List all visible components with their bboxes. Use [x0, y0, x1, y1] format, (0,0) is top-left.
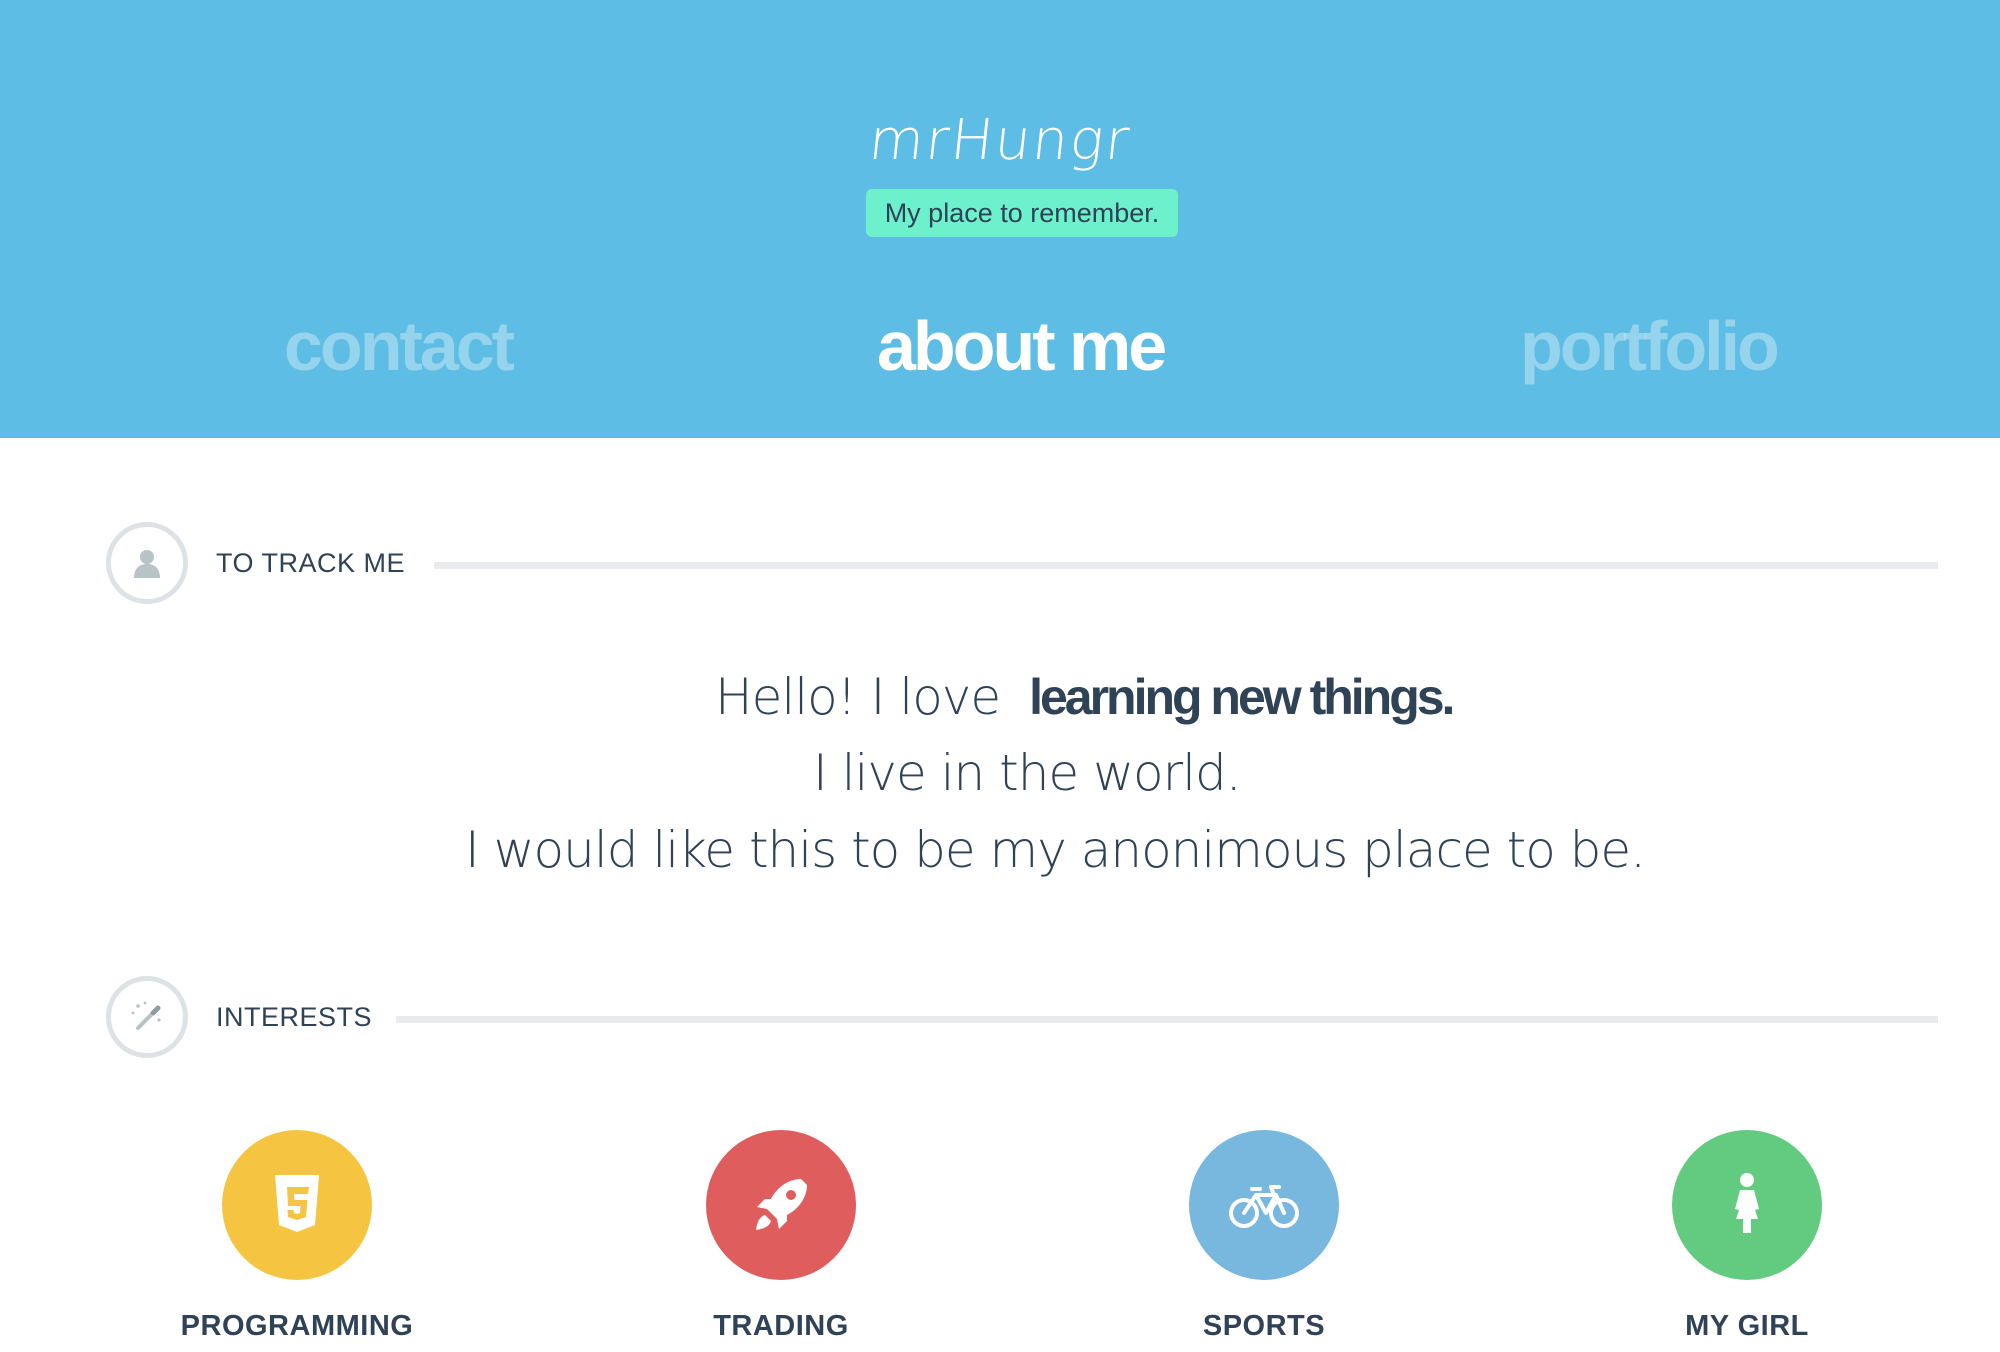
interest-circle	[1672, 1130, 1822, 1280]
section-divider	[396, 1016, 1938, 1023]
section-title: TO TRACK ME	[216, 548, 406, 578]
section-title: INTERESTS	[216, 1002, 373, 1032]
interest-my-girl[interactable]: MY GIRL	[1597, 1130, 1897, 1343]
site-header: mrHungr My place to remember. contact ab…	[0, 0, 2000, 438]
magic-wand-icon	[106, 976, 188, 1058]
interest-circle	[222, 1130, 372, 1280]
intro-line-1: Hello! I love learning new things.	[0, 668, 2000, 726]
nav-contact-link[interactable]: contact	[284, 306, 515, 386]
interest-circle	[706, 1130, 856, 1280]
section-divider	[434, 562, 1938, 569]
interests-section-header: INTERESTS	[106, 976, 1938, 1060]
interest-label: MY GIRL	[1685, 1310, 1809, 1342]
interest-label: TRADING	[713, 1310, 849, 1342]
interest-programming[interactable]: PROGRAMMING	[147, 1130, 447, 1343]
intro-line-1-text: Hello! I love	[715, 668, 1001, 726]
interest-label: SPORTS	[1202, 1310, 1326, 1342]
interest-circle	[1189, 1130, 1339, 1280]
interest-trading[interactable]: TRADING	[631, 1130, 931, 1343]
intro-line-3: I would like this to be my anonimous pla…	[465, 821, 1646, 879]
intro-line-2: I live in the world.	[813, 744, 1242, 802]
user-icon	[106, 522, 188, 604]
nav-about-me-link[interactable]: about me	[877, 306, 1167, 386]
html5-icon	[275, 1175, 319, 1232]
interest-sports[interactable]: SPORTS	[1114, 1130, 1414, 1343]
track-section-header: TO TRACK ME	[106, 522, 1938, 606]
intro-emphasis: learning new things.	[1029, 669, 1455, 725]
site-brand[interactable]: mrHungr	[0, 108, 2000, 173]
interest-label: PROGRAMMING	[180, 1310, 414, 1342]
bicycle-icon	[1229, 1185, 1299, 1228]
rocket-icon	[756, 1179, 807, 1230]
nav-portfolio-link[interactable]: portfolio	[1520, 306, 1780, 386]
site-tagline: My place to remember.	[866, 189, 1178, 237]
woman-icon	[1735, 1173, 1759, 1233]
